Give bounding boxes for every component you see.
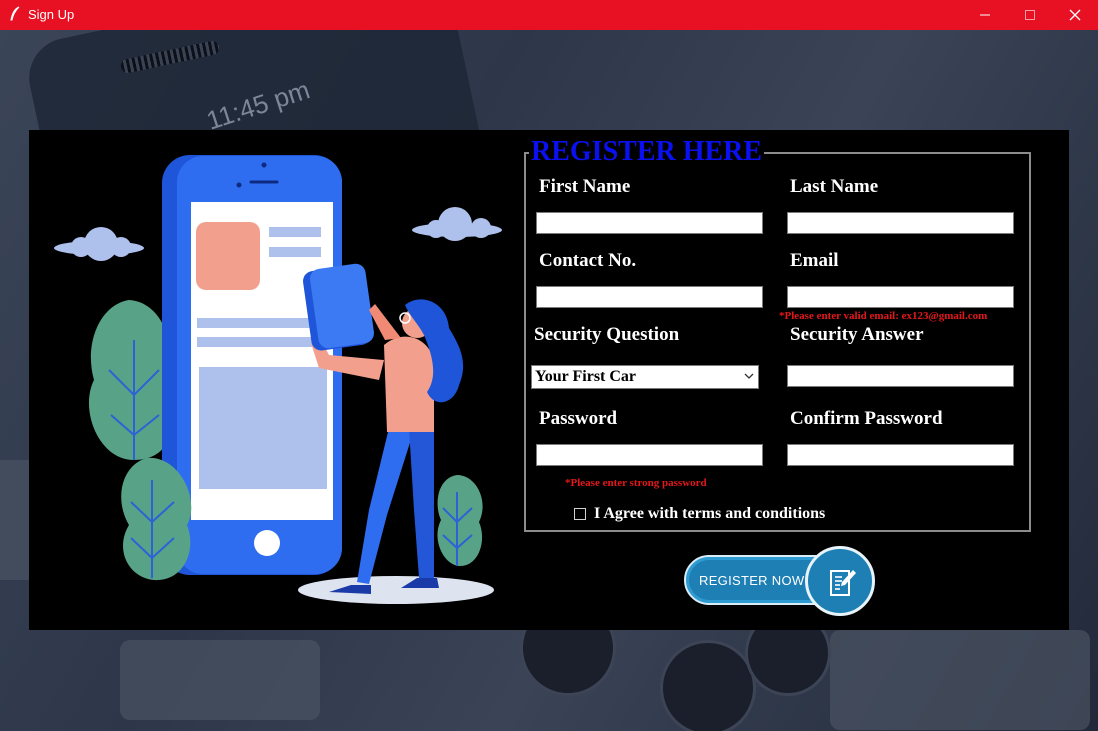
background-key	[830, 630, 1090, 730]
signup-card: REGISTER HERE First Name Last Name Conta…	[29, 130, 1069, 630]
feather-icon	[10, 6, 20, 21]
edit-document-icon	[830, 570, 856, 596]
window-title: Sign Up	[28, 7, 75, 22]
register-button-circle	[805, 546, 875, 616]
password-field[interactable]	[536, 444, 763, 466]
chevron-down-icon	[744, 373, 754, 379]
terms-label: I Agree with terms and conditions	[594, 505, 826, 522]
register-heading: REGISTER HERE	[529, 136, 765, 168]
confirm-password-field[interactable]	[787, 444, 1014, 466]
register-button-label: REGISTER NOW	[699, 573, 805, 588]
last-name-field[interactable]	[787, 212, 1014, 234]
maximize-icon	[1025, 10, 1035, 20]
security-question-value: Your First Car	[535, 368, 637, 385]
password-label: Password	[539, 408, 618, 429]
email-label: Email	[790, 250, 839, 271]
security-answer-label: Security Answer	[790, 324, 924, 345]
first-name-field[interactable]	[536, 212, 763, 234]
terms-checkbox[interactable]	[574, 508, 586, 520]
close-button[interactable]	[1052, 0, 1098, 30]
register-now-button[interactable]: REGISTER NOW	[684, 546, 884, 616]
last-name-label: Last Name	[790, 176, 879, 197]
email-error-message: *Please enter valid email: ex123@gmail.c…	[779, 310, 988, 322]
security-question-label: Security Question	[534, 324, 680, 345]
security-answer-field[interactable]	[787, 365, 1014, 387]
email-field[interactable]	[787, 286, 1014, 308]
background-key	[120, 640, 320, 720]
first-name-label: First Name	[539, 176, 631, 197]
contact-field[interactable]	[536, 286, 763, 308]
background-twitter-icon	[660, 640, 756, 731]
maximize-button[interactable]	[1007, 0, 1053, 30]
window-titlebar: Sign Up	[0, 0, 1098, 30]
close-icon	[1069, 9, 1081, 21]
minimize-icon	[980, 14, 990, 16]
signup-illustration	[54, 155, 502, 604]
contact-label: Contact No.	[539, 250, 637, 271]
password-error-message: *Please enter strong password	[565, 477, 707, 489]
minimize-button[interactable]	[962, 0, 1008, 30]
confirm-password-label: Confirm Password	[790, 408, 943, 429]
security-question-select[interactable]: Your First Car	[531, 365, 759, 389]
